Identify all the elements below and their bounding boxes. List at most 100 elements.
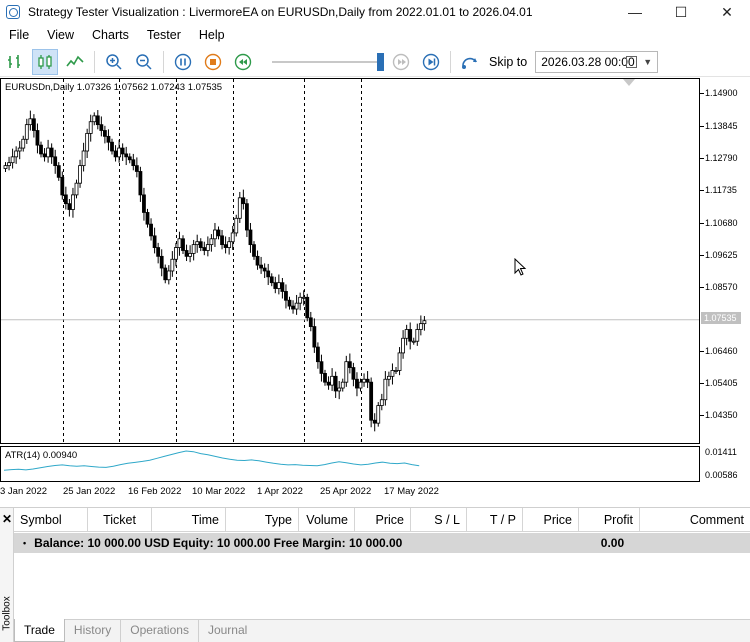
price-label: 1.10680	[705, 218, 738, 228]
step-forward-icon[interactable]	[388, 49, 414, 75]
zoom-in-icon[interactable]	[101, 49, 127, 75]
bull-candle	[418, 323, 423, 330]
bull-candle	[344, 361, 349, 383]
bear-candle	[241, 197, 246, 205]
column-stop-loss[interactable]: S / L	[411, 508, 467, 532]
tab-journal[interactable]: Journal	[199, 620, 256, 642]
maximize-button[interactable]: ☐	[658, 0, 704, 24]
bull-candle	[276, 282, 281, 289]
bear-candle	[184, 250, 189, 257]
time-axis[interactable]: 3 Jan 2022 25 Jan 2022 16 Feb 2022 10 Ma…	[0, 482, 700, 500]
bull-candle	[17, 147, 22, 152]
bull-candle	[383, 378, 388, 401]
column-comment[interactable]: Comment	[640, 508, 750, 532]
chart-header: EURUSDn,Daily 1.07326 1.07562 1.07243 1.…	[5, 82, 223, 93]
bull-candle	[21, 138, 26, 149]
time-label: 1 Apr 2022	[257, 486, 303, 497]
menu-tester[interactable]: Tester	[138, 28, 190, 42]
bull-candle	[227, 241, 232, 248]
chart-shift-marker[interactable]	[623, 79, 635, 87]
slider-thumb[interactable]	[377, 52, 384, 71]
bear-candle	[252, 244, 256, 257]
menu-help[interactable]: Help	[190, 28, 234, 42]
mouse-cursor-icon	[514, 258, 527, 276]
close-button[interactable]: ✕	[704, 0, 750, 24]
tab-trade[interactable]: Trade	[14, 619, 65, 642]
atr-plot	[3, 450, 420, 471]
time-label: 17 May 2022	[384, 486, 439, 497]
tab-operations[interactable]: Operations	[121, 620, 199, 642]
column-type[interactable]: Type	[226, 508, 299, 532]
bull-candle	[294, 302, 299, 310]
column-ticket[interactable]: Ticket	[88, 508, 152, 532]
bear-candle	[255, 255, 260, 266]
bull-candle	[3, 165, 8, 169]
bear-candle	[67, 203, 72, 210]
fast-forward-icon[interactable]	[418, 49, 444, 75]
bear-candle	[408, 329, 413, 342]
time-label: 10 Mar 2022	[192, 486, 246, 497]
tab-history[interactable]: History	[65, 620, 122, 642]
trade-grid-header: Symbol Ticket Time Type Volume Price S /…	[14, 508, 750, 532]
bull-candle	[191, 244, 196, 254]
bear-candle	[333, 375, 338, 392]
stop-icon[interactable]	[200, 49, 226, 75]
menu-file[interactable]: File	[0, 28, 38, 42]
balance-profit: 0.00	[600, 536, 625, 550]
column-profit[interactable]: Profit	[579, 508, 640, 532]
rewind-icon[interactable]	[230, 49, 256, 75]
window-controls: — ☐ ✕	[612, 0, 750, 24]
price-chart[interactable]: EURUSDn,Daily 1.07326 1.07562 1.07243 1.…	[0, 78, 700, 444]
bear-candle	[259, 264, 264, 269]
skip-to-icon[interactable]	[457, 49, 483, 75]
column-symbol[interactable]: Symbol	[14, 508, 88, 532]
line-chart-icon[interactable]	[62, 49, 88, 75]
price-tick	[700, 126, 704, 127]
column-current-price[interactable]: Price	[523, 508, 579, 532]
atr-axis-label: 0.01411	[705, 447, 737, 457]
bull-candle	[394, 370, 398, 372]
bull-candle	[358, 381, 363, 389]
bear-candle	[110, 141, 114, 152]
zoom-out-icon[interactable]	[131, 49, 157, 75]
bear-candle	[223, 244, 228, 248]
bear-candle	[134, 165, 139, 172]
minimize-button[interactable]: —	[612, 0, 658, 24]
bull-candle	[188, 253, 193, 257]
menu-view[interactable]: View	[38, 28, 83, 42]
menu-charts[interactable]: Charts	[83, 28, 138, 42]
bear-candle	[216, 229, 221, 237]
bull-candle	[340, 381, 345, 389]
bear-candle	[355, 378, 359, 389]
atr-indicator-window[interactable]: ATR(14) 0.00940	[0, 446, 700, 482]
balance-row[interactable]: • Balance: 10 000.00 USD Equity: 10 000.…	[14, 533, 750, 553]
skip-to-label: Skip to	[489, 54, 528, 69]
speed-slider[interactable]	[272, 52, 384, 71]
bar-chart-icon[interactable]	[2, 49, 28, 75]
column-price[interactable]: Price	[355, 508, 411, 532]
bull-candle	[117, 147, 121, 158]
bear-candle	[63, 194, 68, 205]
chevron-down-icon[interactable]: ▼	[643, 57, 652, 67]
price-axis[interactable]: 1.14900 1.13845 1.12790 1.11735 1.10680 …	[700, 78, 750, 482]
price-tick	[700, 351, 704, 352]
toolbar-separator	[450, 50, 451, 73]
column-time[interactable]: Time	[152, 508, 226, 532]
price-label: 1.04350	[705, 410, 738, 420]
skip-date-picker[interactable]: 2026.03.28 00:00 ▼	[535, 50, 659, 73]
bull-candle	[85, 133, 90, 152]
bull-candle	[376, 405, 381, 424]
bear-candle	[95, 115, 100, 126]
calendar-icon[interactable]	[626, 55, 638, 68]
bull-candle	[330, 375, 335, 386]
column-take-profit[interactable]: T / P	[467, 508, 523, 532]
bear-candle	[156, 247, 161, 257]
candlestick-icon[interactable]	[32, 48, 58, 75]
column-volume[interactable]: Volume	[299, 508, 355, 532]
bear-candle	[138, 171, 143, 196]
pause-icon[interactable]	[170, 49, 196, 75]
toolbox-close-icon[interactable]: ✕	[2, 512, 12, 526]
bull-candle	[46, 147, 50, 158]
candlestick-plot	[1, 79, 699, 443]
bear-candle	[56, 165, 61, 178]
